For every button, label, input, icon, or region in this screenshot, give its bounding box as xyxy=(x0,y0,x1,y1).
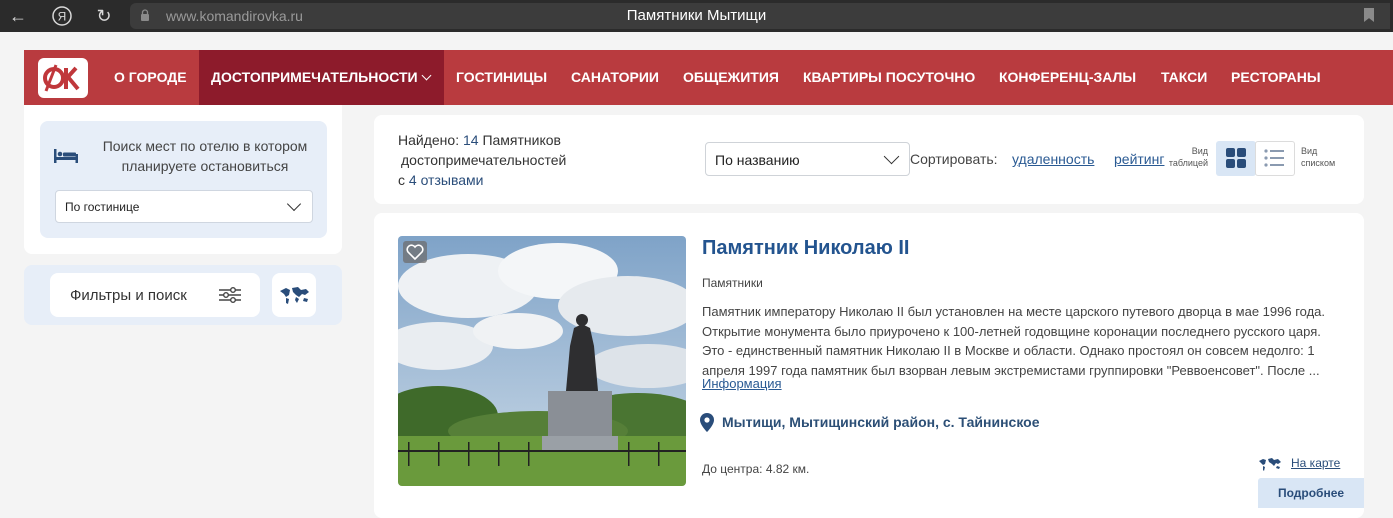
world-map-icon xyxy=(280,287,309,304)
view-list-label: Вид списком xyxy=(1301,145,1335,169)
filter-sliders-icon xyxy=(219,287,241,303)
hotel-search-text: Поиск мест по отелю в котором планируете… xyxy=(102,138,308,174)
nav-item-hotels[interactable]: ГОСТИНИЦЫ xyxy=(444,50,559,105)
listing-info-link[interactable]: Информация xyxy=(702,376,782,391)
found-count: 14 xyxy=(462,132,479,148)
hotel-select-value: По гостинице xyxy=(65,200,140,214)
found-sub: достопримечательностей xyxy=(401,152,567,168)
location-pin-icon xyxy=(700,413,714,432)
tile-view-button[interactable] xyxy=(1216,141,1256,176)
view-table-label-line1: Вид xyxy=(1191,146,1208,156)
listing-description: Памятник императору Николаю II был устан… xyxy=(702,304,1326,378)
view-list-label-line1: Вид xyxy=(1301,146,1318,156)
tile-view-icon xyxy=(1226,148,1246,168)
sort-by-distance[interactable]: удаленность xyxy=(1012,151,1094,167)
sort-label: Сортировать: xyxy=(910,151,998,167)
tab-title: Памятники Мытищи xyxy=(626,7,767,24)
nav-item-restaurants[interactable]: РЕСТОРАНЫ xyxy=(1219,50,1333,105)
site-logo[interactable] xyxy=(38,58,88,98)
listing-distance: До центра: 4.82 км. xyxy=(702,462,810,476)
main-nav: О ГОРОДЕ ДОСТОПРИМЕЧАТЕЛЬНОСТИ ГОСТИНИЦЫ… xyxy=(24,50,1393,105)
nav-item-attractions-label: ДОСТОПРИМЕЧАТЕЛЬНОСТИ xyxy=(211,69,418,85)
reviews-label[interactable]: отзывами xyxy=(421,172,484,188)
nav-item-conference-halls[interactable]: КОНФЕРЕНЦ-ЗАЛЫ xyxy=(987,50,1148,105)
listing-card: Памятник Николаю II Памятники Памятник и… xyxy=(374,213,1364,518)
listing-address: Мытищи, Мытищинский район, с. Тайнинское xyxy=(722,414,1040,430)
bed-icon xyxy=(54,149,78,163)
view-table-label-line2: таблицей xyxy=(1168,158,1208,168)
sort-select[interactable]: По названию xyxy=(705,142,910,176)
listing-photo[interactable] xyxy=(398,236,686,486)
sort-select-value: По названию xyxy=(715,152,800,168)
view-list-label-line2: списком xyxy=(1301,158,1336,168)
chevron-down-icon xyxy=(421,70,432,81)
on-map-link[interactable]: На карте xyxy=(1291,456,1340,470)
chevron-down-icon xyxy=(286,196,302,212)
nav-item-apartments[interactable]: КВАРТИРЫ ПОСУТОЧНО xyxy=(791,50,987,105)
list-view-button[interactable] xyxy=(1255,141,1295,176)
world-map-icon xyxy=(1259,458,1281,471)
nav-item-about-city[interactable]: О ГОРОДЕ xyxy=(102,50,199,105)
heart-icon xyxy=(406,244,424,261)
nav-item-attractions[interactable]: ДОСТОПРИМЕЧАТЕЛЬНОСТИ xyxy=(199,50,444,105)
filters-button-label: Фильтры и поиск xyxy=(70,287,187,304)
browser-toolbar: ← Я ↻ www.komandirovka.ru Памятники Мыти… xyxy=(0,0,1393,32)
hotel-search-card: Поиск мест по отелю в котором планируете… xyxy=(24,105,342,254)
favorite-button[interactable] xyxy=(403,241,427,263)
results-sort-bar: Найдено: 14 Памятников достопримечательн… xyxy=(374,115,1364,204)
results-summary: Найдено: 14 Памятников достопримечательн… xyxy=(398,130,566,190)
hotel-select[interactable]: По гостинице xyxy=(55,190,313,223)
nav-item-hostels[interactable]: ОБЩЕЖИТИЯ xyxy=(671,50,791,105)
reviews-count[interactable]: 4 xyxy=(409,172,417,188)
found-prefix: Найдено: xyxy=(398,132,460,148)
nav-item-sanatoriums[interactable]: САНАТОРИИ xyxy=(559,50,671,105)
hotel-search-box: Поиск мест по отелю в котором планируете… xyxy=(40,121,327,238)
details-button[interactable]: Подробнее xyxy=(1258,478,1364,508)
filters-card: Фильтры и поиск xyxy=(24,265,342,325)
chevron-down-icon xyxy=(883,148,900,165)
reviews-prefix: с xyxy=(398,172,405,188)
listing-category: Памятники xyxy=(702,276,763,290)
nav-item-taxi[interactable]: ТАКСИ xyxy=(1149,50,1219,105)
listing-title[interactable]: Памятник Николаю II xyxy=(702,237,909,260)
filters-button[interactable]: Фильтры и поиск xyxy=(50,273,260,317)
view-table-label: Вид таблицей xyxy=(1162,145,1208,169)
sort-by-rating[interactable]: рейтинг xyxy=(1114,151,1164,167)
map-view-button[interactable] xyxy=(272,273,316,317)
found-type: Памятников xyxy=(482,132,561,148)
list-view-icon xyxy=(1264,149,1284,167)
